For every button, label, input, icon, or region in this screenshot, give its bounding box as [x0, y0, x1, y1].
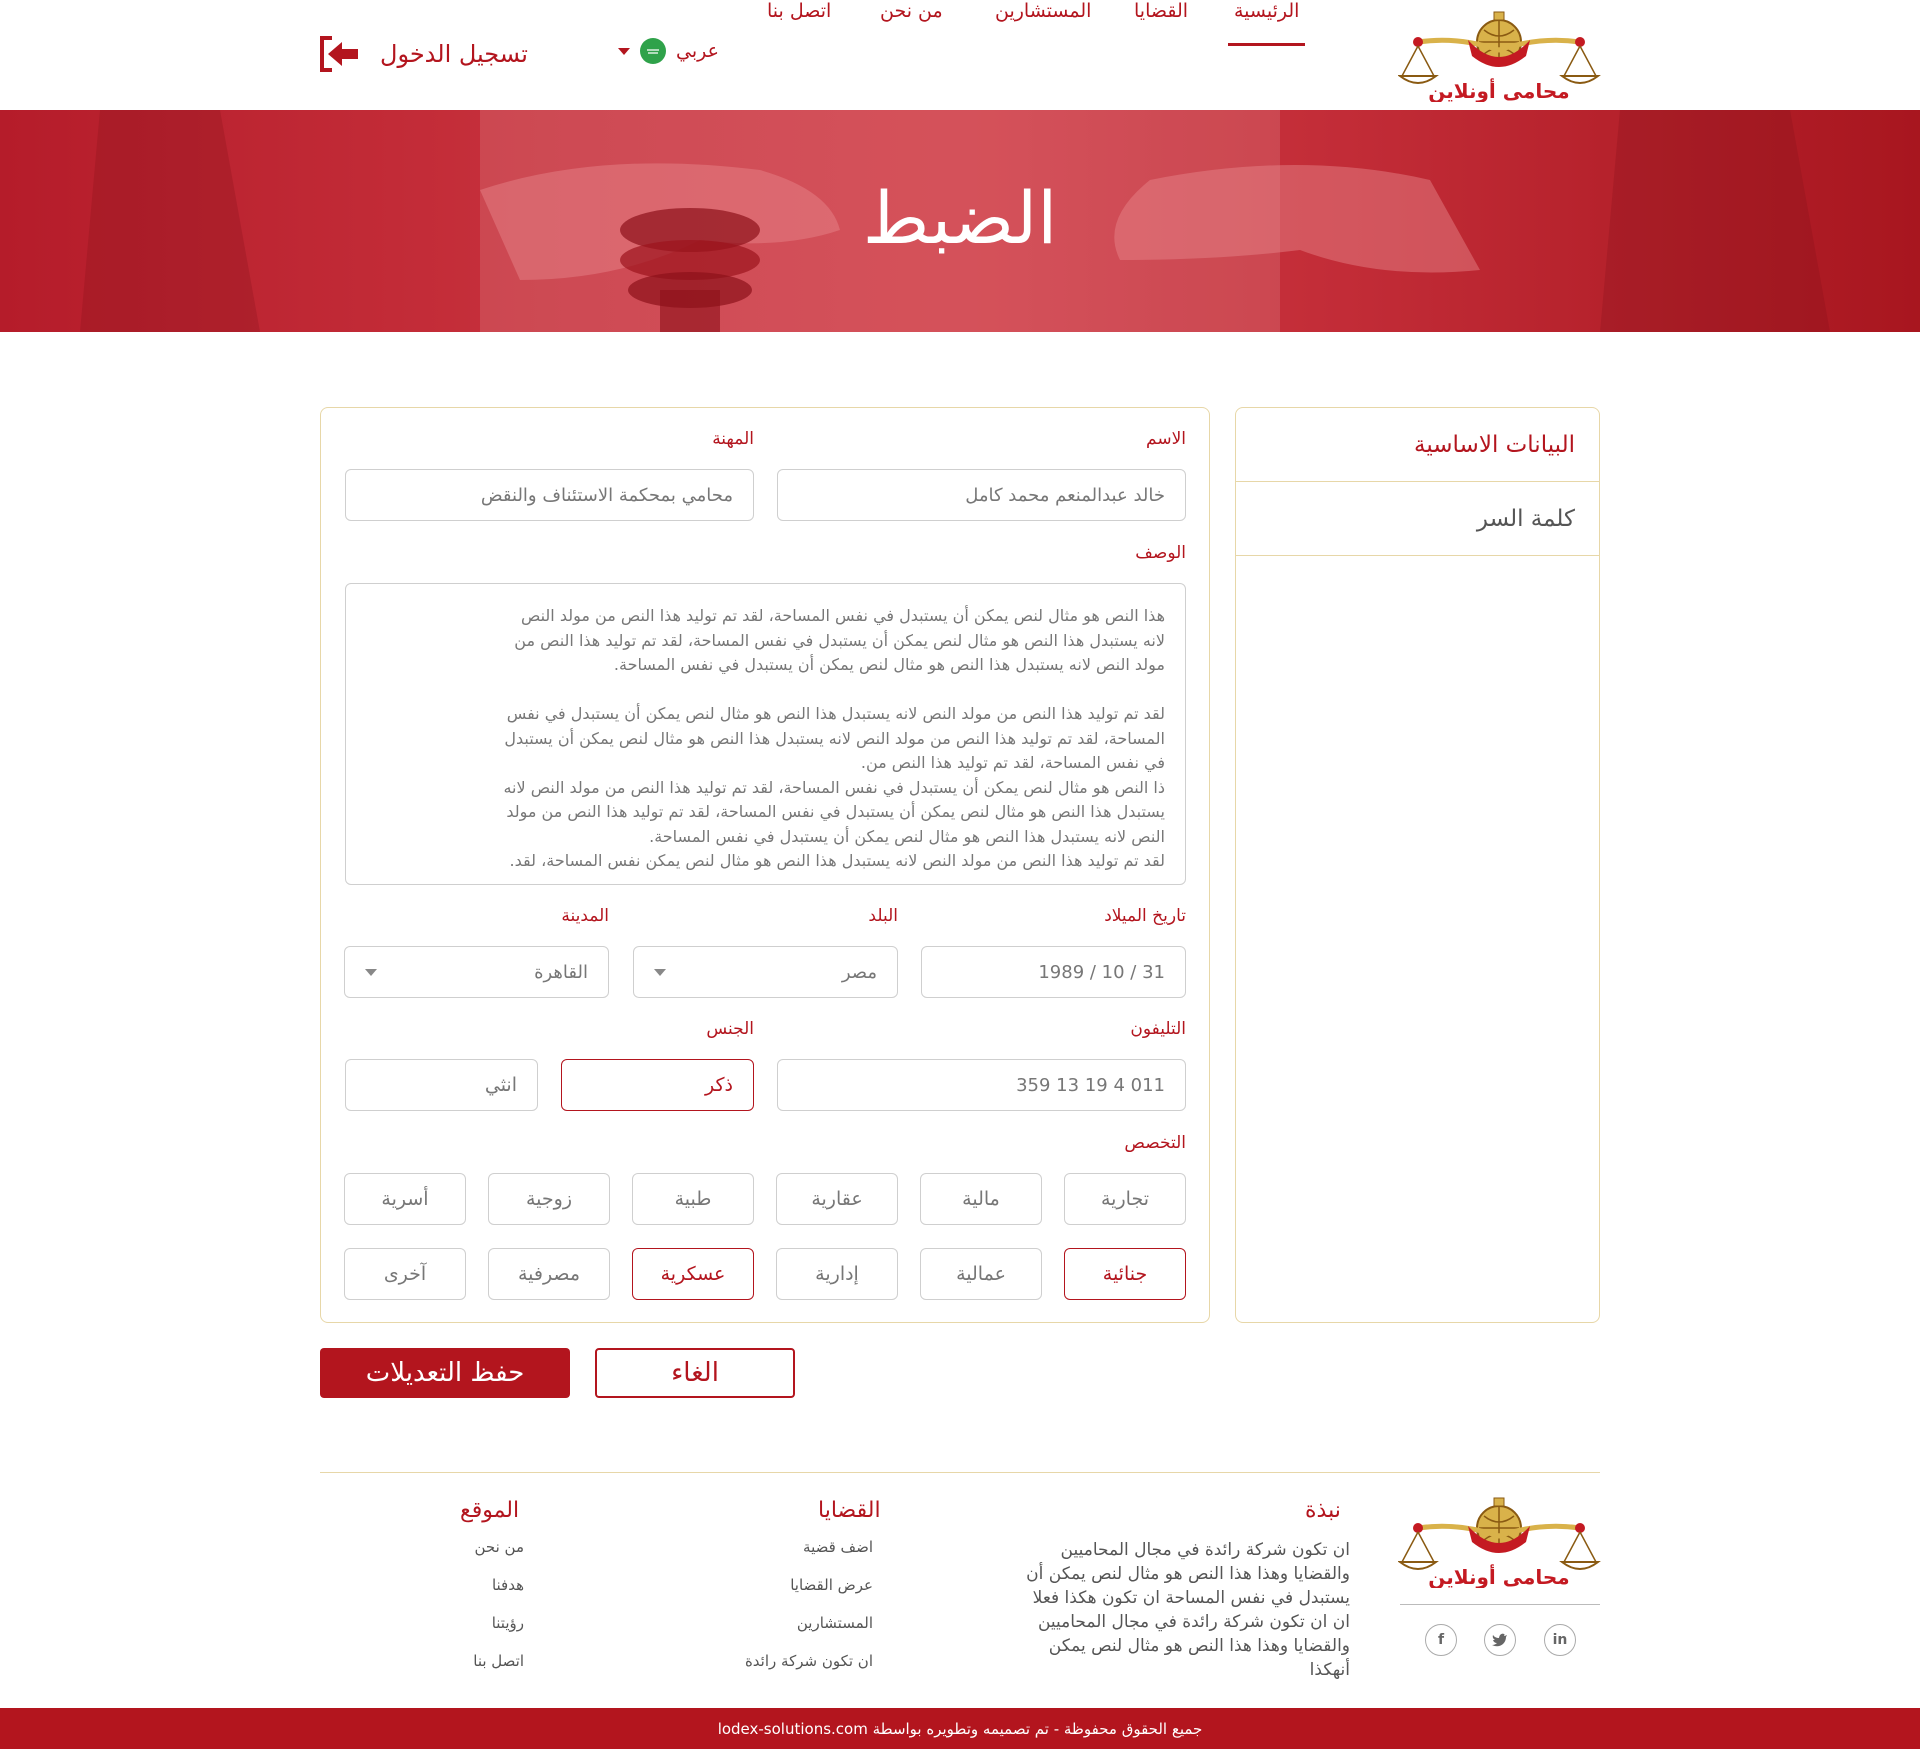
birthdate-value: 31 / 10 / 1989	[1038, 961, 1165, 983]
profile-form: الاسم المهنة خالد عبدالمنعم محمد كامل مح…	[320, 407, 1210, 1323]
specialty-label: التخصص	[1124, 1133, 1186, 1153]
footer-about-title: نبذة	[1305, 1498, 1341, 1523]
nav-consultants[interactable]: المستشارين	[995, 0, 1091, 22]
sidebar-item-basic-info[interactable]: البيانات الاساسية	[1236, 408, 1599, 482]
specialty-chip[interactable]: جنائية	[1064, 1248, 1186, 1300]
profession-field[interactable]: محامي بمحكمة الاستئناف والنقض	[345, 469, 754, 521]
gender-option-male[interactable]: ذكر	[561, 1059, 754, 1111]
gender-label: الجنس	[706, 1019, 754, 1039]
footer-divider	[320, 1472, 1600, 1473]
settings-sidebar: البيانات الاساسية كلمة السر	[1235, 407, 1600, 1323]
birthdate-label: تاريخ الميلاد	[1104, 906, 1186, 926]
hero-banner: الضبط	[0, 110, 1920, 332]
specialty-chip[interactable]: إدارية	[776, 1248, 898, 1300]
language-label: عربي	[676, 40, 719, 62]
country-select[interactable]: مصر	[633, 946, 898, 998]
footer-logo[interactable]: محامى أونلاين	[1398, 1496, 1601, 1588]
facebook-icon[interactable]: f	[1425, 1624, 1457, 1656]
footer-about-text: ان تكون شركة رائدة في مجال المحاميين وال…	[1026, 1540, 1350, 1680]
nav-contact[interactable]: اتصل بنا	[767, 0, 831, 22]
footer-link[interactable]: اضف قضية	[803, 1538, 873, 1556]
birthdate-field[interactable]: 31 / 10 / 1989	[921, 946, 1186, 998]
phone-label: التليفون	[1130, 1019, 1186, 1039]
cancel-button[interactable]: الغاء	[595, 1348, 795, 1398]
country-value: مصر	[841, 961, 877, 983]
linkedin-icon[interactable]: in	[1544, 1624, 1576, 1656]
phone-field[interactable]: 011 4 19 13 359	[777, 1059, 1186, 1111]
footer-logo-divider	[1400, 1604, 1600, 1605]
footer-link[interactable]: المستشارين	[797, 1614, 873, 1632]
site-header: محامى أونلاين الرئيسية القضايا المستشاري…	[0, 0, 1920, 110]
chevron-down-icon	[618, 47, 630, 55]
footer-logo-text: محامى أونلاين	[1428, 1563, 1569, 1588]
city-select[interactable]: القاهرة	[344, 946, 609, 998]
specialty-chip[interactable]: آخرى	[344, 1248, 466, 1300]
description-textarea[interactable]: هذا النص هو مثال لنص يمكن أن يستبدل في ن…	[345, 583, 1186, 885]
city-value: القاهرة	[534, 961, 588, 983]
country-label: البلد	[868, 906, 898, 926]
chevron-down-icon	[654, 968, 666, 976]
footer-link[interactable]: عرض القضايا	[790, 1576, 873, 1594]
copyright-bar: جميع الحقوق محفوظة - تم تصميمه وتطويره ب…	[0, 1708, 1920, 1749]
nav-home[interactable]: الرئيسية	[1227, 0, 1306, 46]
footer-link[interactable]: من نحن	[475, 1538, 525, 1556]
specialty-chip[interactable]: مالية	[920, 1173, 1042, 1225]
save-button[interactable]: حفظ التعديلات	[320, 1348, 570, 1398]
footer-link[interactable]: اتصل بنا	[473, 1652, 524, 1670]
footer-link[interactable]: رؤيتنا	[492, 1614, 524, 1632]
saudi-flag-icon	[640, 38, 666, 64]
description-label: الوصف	[1135, 543, 1186, 563]
specialty-chip[interactable]: مصرفية	[488, 1248, 610, 1300]
language-selector[interactable]: عربي	[618, 38, 719, 64]
footer-link[interactable]: هدفنا	[492, 1576, 524, 1594]
twitter-icon[interactable]	[1484, 1624, 1516, 1656]
login-button[interactable]: تسجيل الدخول	[318, 34, 528, 74]
specialty-chip[interactable]: تجارية	[1064, 1173, 1186, 1225]
nav-cases[interactable]: القضايا	[1134, 0, 1188, 22]
copyright-text: جميع الحقوق محفوظة - تم تصميمه وتطويره ب…	[717, 1719, 1203, 1738]
specialty-chip[interactable]: طبية	[632, 1173, 754, 1225]
specialty-chip[interactable]: أسرية	[344, 1173, 466, 1225]
specialty-chip[interactable]: عسكرية	[632, 1248, 754, 1300]
nav-about[interactable]: من نحن	[880, 0, 943, 22]
login-label: تسجيل الدخول	[380, 40, 528, 68]
page-title: الضبط	[862, 176, 1058, 260]
footer-cases-title: القضايا	[818, 1498, 881, 1523]
specialty-chip[interactable]: عمالية	[920, 1248, 1042, 1300]
profession-label: المهنة	[712, 429, 754, 449]
login-icon	[320, 36, 358, 72]
chevron-down-icon	[365, 968, 377, 976]
brand-logo[interactable]: محامى أونلاين	[1398, 10, 1601, 102]
city-label: المدينة	[561, 906, 609, 926]
gender-option-female[interactable]: انثي	[345, 1059, 538, 1111]
footer-site-title: الموقع	[460, 1498, 520, 1523]
specialty-chip[interactable]: زوجية	[488, 1173, 610, 1225]
name-label: الاسم	[1146, 429, 1186, 449]
sidebar-item-password[interactable]: كلمة السر	[1236, 482, 1599, 556]
footer-link[interactable]: ان تكون شركة رائدة	[745, 1652, 873, 1670]
logo-text: محامى أونلاين	[1428, 77, 1569, 102]
name-field[interactable]: خالد عبدالمنعم محمد كامل	[777, 469, 1186, 521]
specialty-chip[interactable]: عقارية	[776, 1173, 898, 1225]
